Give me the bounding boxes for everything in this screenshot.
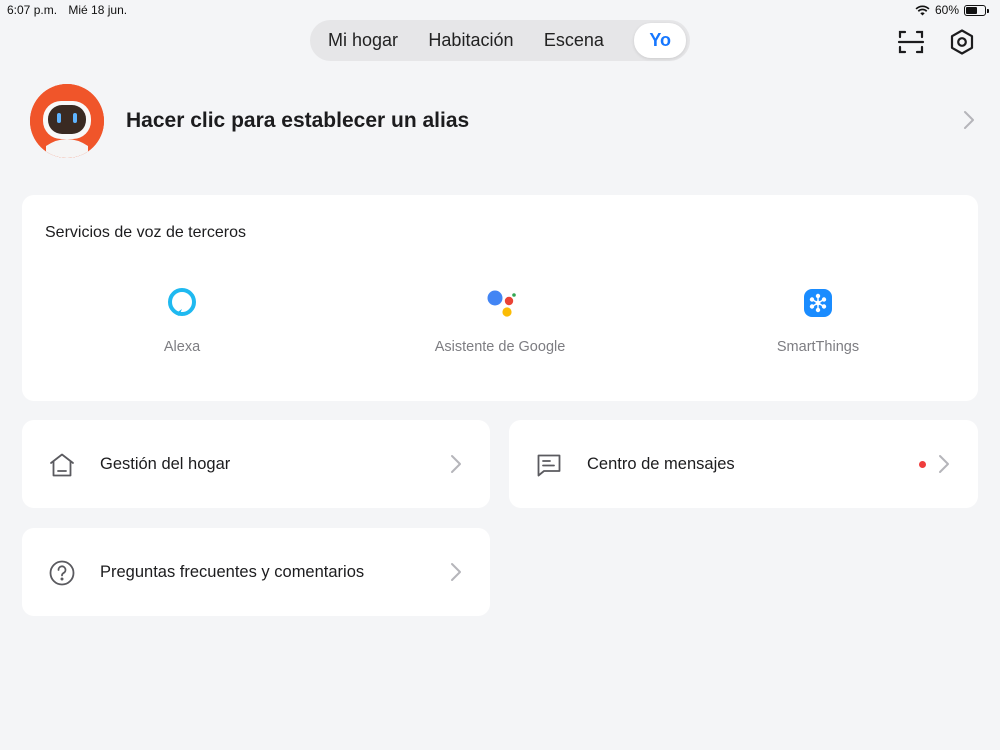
home-icon [50, 453, 74, 477]
message-center-row[interactable]: Centro de mensajes [509, 420, 978, 508]
status-left: 6:07 p.m. Mié 18 jun. [7, 3, 127, 17]
service-alexa[interactable]: Alexa [82, 287, 282, 355]
tab-escena[interactable]: Escena [544, 30, 604, 51]
faq-feedback-label: Preguntas frecuentes y comentarios [100, 563, 365, 581]
battery-fill [966, 6, 977, 14]
profile-alias-row[interactable]: Hacer clic para establecer un alias [30, 84, 975, 158]
settings-hexagon-icon [950, 29, 974, 55]
service-label: SmartThings [776, 339, 860, 355]
chevron-right-icon [964, 111, 974, 129]
faq-feedback-row[interactable]: Preguntas frecuentes y comentarios [22, 528, 490, 616]
status-time: 6:07 p.m. [7, 3, 58, 17]
battery-icon [964, 4, 989, 16]
question-circle-icon [49, 560, 75, 586]
scan-button[interactable] [897, 28, 925, 56]
message-center-label: Centro de mensajes [587, 455, 735, 473]
home-management-label: Gestión del hogar [100, 455, 231, 473]
status-bar: 6:07 p.m. Mié 18 jun. 60% [0, 0, 1000, 18]
scan-icon [897, 30, 925, 54]
service-smartthings[interactable]: SmartThings [718, 287, 918, 355]
unread-badge [919, 461, 926, 468]
service-label: Alexa [163, 339, 201, 355]
message-icon [537, 454, 561, 477]
wifi-icon [915, 5, 930, 16]
alexa-icon [168, 288, 196, 316]
google-assistant-icon [487, 290, 516, 317]
status-date: Mié 18 jun. [68, 3, 128, 17]
top-tab-bar: Mi hogar Habitación Escena Yo [310, 20, 690, 61]
tab-mi-hogar[interactable]: Mi hogar [328, 30, 398, 51]
robot-avatar [30, 84, 104, 158]
tab-habitacion[interactable]: Habitación [428, 30, 513, 51]
chevron-right-icon [939, 455, 949, 473]
service-google-assistant[interactable]: Asistente de Google [400, 287, 600, 355]
battery-percent: 60% [934, 3, 959, 17]
home-management-row[interactable]: Gestión del hogar [22, 420, 490, 508]
profile-alias-prompt: Hacer clic para establecer un alias [126, 109, 470, 132]
voice-services-card: Servicios de voz de terceros Alexa Asist… [22, 195, 978, 401]
smartthings-icon [804, 289, 832, 317]
tab-yo[interactable]: Yo [634, 23, 686, 58]
chevron-right-icon [451, 455, 461, 473]
status-right: 60% [915, 3, 989, 17]
voice-services-title: Servicios de voz de terceros [45, 224, 246, 241]
chevron-right-icon [451, 563, 461, 581]
settings-button[interactable] [948, 28, 976, 56]
service-label: Asistente de Google [434, 339, 566, 355]
